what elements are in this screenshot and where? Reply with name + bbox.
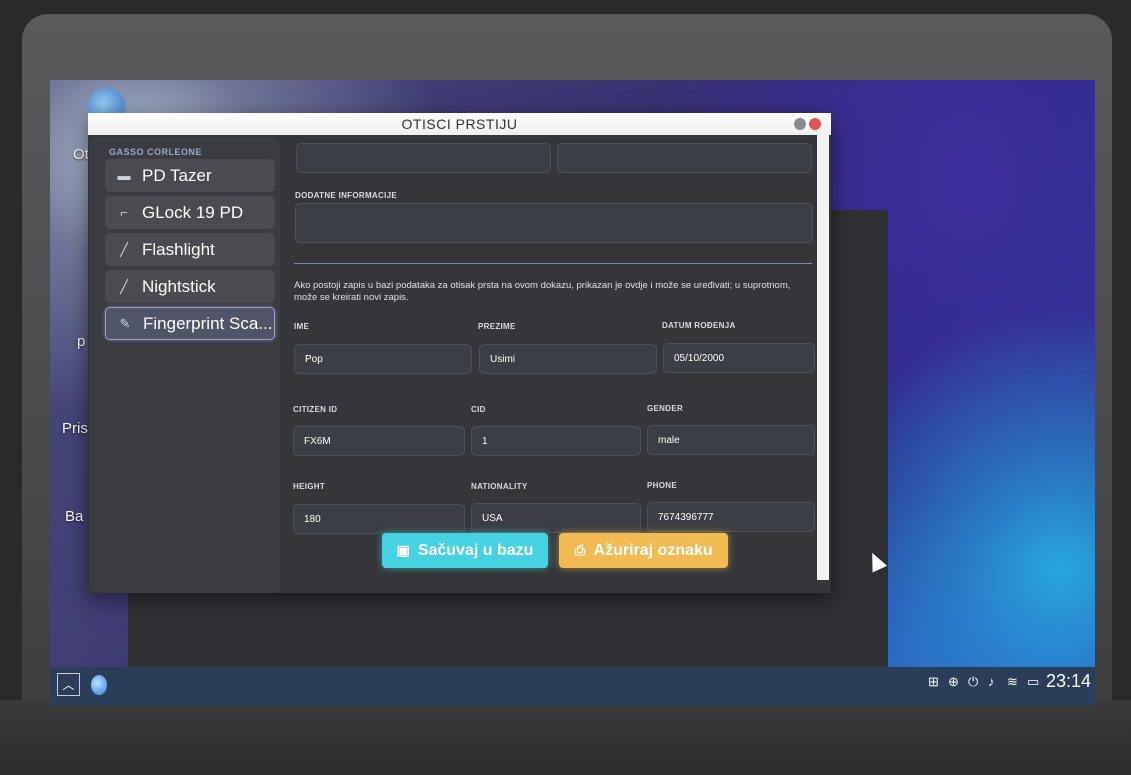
chevron-up-icon[interactable]: ︿ (57, 673, 80, 696)
last-name-label: PREZIME (478, 322, 516, 331)
laptop-base (0, 700, 1131, 775)
desktop-screen: Ot p Pris Ba OTISCI PRSTIJU GASSO CORLEO… (50, 80, 1095, 705)
tazer-icon: ▬ (117, 168, 131, 183)
info-text: Ako postoji zapis u bazi podataka za oti… (294, 280, 791, 303)
dob-field[interactable]: 05/10/2000 (663, 343, 815, 373)
sidebar-item-label: GLock 19 PD (142, 202, 244, 222)
window-title: OTISCI PRSTIJU (401, 116, 518, 132)
sidebar-item-label: PD Tazer (142, 165, 212, 185)
desktop-icon-label[interactable]: p (77, 333, 85, 350)
clock[interactable]: 23:14 (1046, 671, 1091, 692)
cid-label: CID (471, 405, 486, 414)
inventory-sidebar: GASSO CORLEONE ▬ PD Tazer ⌐ GLock 19 PD … (90, 137, 280, 593)
power-icon[interactable]: ⏻ (968, 674, 978, 690)
phone-field[interactable]: 7674396777 (647, 502, 815, 532)
citizen-id-field[interactable]: FX6M (293, 426, 465, 456)
height-label: HEIGHT (293, 482, 326, 491)
nightstick-icon: ╱ (120, 278, 128, 294)
fingerprint-scanner-icon: ✎ (119, 315, 131, 331)
wifi-icon[interactable]: ≋ (1007, 674, 1018, 690)
height-field[interactable]: 180 (293, 504, 465, 534)
desktop-icon-label[interactable]: Ba (65, 508, 83, 525)
top-field-right[interactable] (557, 143, 812, 173)
fingerprint-taskbar-icon[interactable] (91, 675, 107, 695)
sidebar-item-label: Fingerprint Sca... (143, 313, 273, 333)
minimize-button[interactable] (794, 118, 806, 130)
form-content: DODATNE INFORMACIJE Ako postoji zapis u … (282, 135, 815, 593)
sidebar-item-nightstick[interactable]: ╱ Nightstick (105, 270, 275, 303)
phone-label: PHONE (647, 481, 677, 490)
save-to-database-button[interactable]: ▣ Sačuvaj u bazu (382, 533, 548, 568)
top-field-left[interactable] (296, 143, 551, 173)
cid-field[interactable]: 1 (471, 426, 641, 456)
printer-icon: ⎙ (574, 542, 586, 558)
battery-icon[interactable]: ▭ (1027, 674, 1039, 690)
update-tag-button[interactable]: ⎙ Ažuriraj oznaku (559, 533, 728, 568)
nationality-label: NATIONALITY (471, 482, 528, 491)
desktop-icon-label[interactable]: Ot (73, 146, 89, 163)
citizen-id-label: CITIZEN ID (293, 405, 338, 414)
gender-field[interactable]: male (647, 425, 815, 455)
extra-info-field[interactable] (295, 203, 813, 243)
grid-icon[interactable]: ⊞ (928, 674, 939, 690)
update-button-label: Ažuriraj oznaku (593, 541, 713, 559)
nationality-field[interactable]: USA (471, 503, 641, 533)
section-divider (294, 263, 812, 264)
save-button-label: Sačuvaj u bazu (417, 541, 534, 559)
pistol-icon: ⌐ (120, 205, 128, 220)
globe-icon[interactable]: ⊕ (948, 674, 959, 690)
fingerprint-window: OTISCI PRSTIJU GASSO CORLEONE ▬ PD Tazer… (88, 113, 831, 593)
extra-info-label: DODATNE INFORMACIJE (295, 191, 397, 200)
flashlight-icon: ╱ (120, 241, 128, 257)
scrollbar[interactable] (817, 135, 829, 580)
sidebar-title: GASSO CORLEONE (109, 147, 203, 157)
volume-icon[interactable]: ♪ (988, 674, 995, 689)
close-button[interactable] (809, 118, 821, 130)
window-titlebar[interactable]: OTISCI PRSTIJU (88, 113, 831, 135)
sidebar-item-label: Flashlight (142, 239, 215, 259)
sidebar-item-fingerprint-scanner[interactable]: ✎ Fingerprint Sca... (105, 307, 275, 340)
sidebar-item-glock[interactable]: ⌐ GLock 19 PD (105, 196, 275, 229)
first-name-field[interactable]: Pop (294, 344, 472, 374)
last-name-field[interactable]: Usimi (479, 344, 657, 374)
taskbar: ︿ ⊞ ⊕ ⏻ ♪ ≋ ▭ 23:14 (50, 667, 1095, 705)
gender-label: GENDER (647, 404, 684, 413)
first-name-label: IME (294, 322, 310, 331)
dob-label: DATUM ROĐENJA (662, 321, 736, 330)
desktop-icon-label[interactable]: Pris (62, 420, 88, 437)
floppy-disk-icon: ▣ (396, 542, 410, 558)
sidebar-item-flashlight[interactable]: ╱ Flashlight (105, 233, 275, 266)
sidebar-item-pd-tazer[interactable]: ▬ PD Tazer (105, 159, 275, 192)
sidebar-item-label: Nightstick (142, 276, 216, 296)
